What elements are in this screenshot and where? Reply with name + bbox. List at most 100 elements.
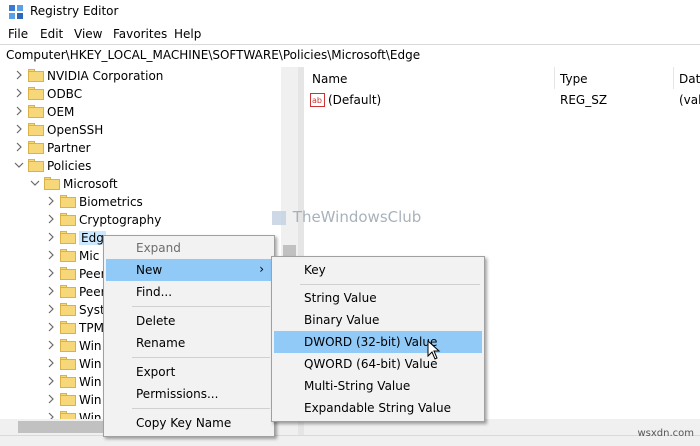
tree-node[interactable]: OEM <box>0 103 281 121</box>
tree-node[interactable]: Cryptography <box>0 211 281 229</box>
folder-icon <box>28 87 44 100</box>
menu-file[interactable]: File <box>8 27 28 41</box>
submenu-item-qword-value[interactable]: QWORD (64-bit) Value <box>274 353 482 375</box>
tree-node-label: Peer <box>79 285 106 299</box>
chevron-right-icon[interactable] <box>14 69 24 81</box>
chevron-down-icon[interactable] <box>14 159 24 171</box>
menu-item-export[interactable]: Export <box>106 361 272 383</box>
chevron-right-icon[interactable] <box>46 213 56 225</box>
chevron-right-icon[interactable] <box>46 375 56 387</box>
values-list-header: Name Type Dat <box>304 67 700 89</box>
folder-icon <box>60 393 76 406</box>
menu-item-find[interactable]: Find... <box>106 281 272 303</box>
folder-icon <box>60 267 76 280</box>
folder-icon <box>60 321 76 334</box>
tree-node-label: Mic <box>79 249 100 263</box>
tree-node[interactable]: Partner <box>0 139 281 157</box>
folder-icon <box>28 159 44 172</box>
address-path[interactable]: Computer\HKEY_LOCAL_MACHINE\SOFTWARE\Pol… <box>6 48 420 62</box>
value-row[interactable]: ab (Default) REG_SZ (val <box>304 92 700 110</box>
tree-node-label: OEM <box>47 105 75 119</box>
chevron-right-icon[interactable] <box>46 231 56 243</box>
tree-node-label: Biometrics <box>79 195 143 209</box>
tree-node-label: Peer <box>79 267 106 281</box>
footer-credit: wsxdn.com <box>637 428 694 439</box>
value-data: (val <box>679 93 700 107</box>
menu-bar: File Edit View Favorites Help <box>0 24 700 44</box>
tree-node[interactable]: OpenSSH <box>0 121 281 139</box>
menu-separator <box>132 408 270 409</box>
menu-item-permissions[interactable]: Permissions... <box>106 383 272 405</box>
address-bar[interactable]: Computer\HKEY_LOCAL_MACHINE\SOFTWARE\Pol… <box>0 44 700 68</box>
tree-node-label: TPM <box>79 321 104 335</box>
submenu-item-binary-value[interactable]: Binary Value <box>274 309 482 331</box>
chevron-right-icon[interactable] <box>46 285 56 297</box>
chevron-right-icon[interactable] <box>46 321 56 333</box>
tree-node-label: Microsoft <box>63 177 118 191</box>
tree-node-label: Syst <box>79 303 105 317</box>
folder-icon <box>60 303 76 316</box>
submenu-item-multi-string-value[interactable]: Multi-String Value <box>274 375 482 397</box>
chevron-right-icon[interactable] <box>46 249 56 261</box>
chevron-right-icon[interactable] <box>46 339 56 351</box>
tree-node-label: Win <box>79 357 102 371</box>
tree-node[interactable]: Policies <box>0 157 281 175</box>
menu-separator <box>300 284 480 285</box>
tree-node[interactable]: Biometrics <box>0 193 281 211</box>
tree-node-label: Win <box>79 375 102 389</box>
chevron-right-icon[interactable] <box>14 105 24 117</box>
tree-node[interactable]: NVIDIA Corporation <box>0 67 281 85</box>
chevron-right-icon[interactable] <box>46 267 56 279</box>
tree-node-label: Cryptography <box>79 213 162 227</box>
chevron-down-icon[interactable] <box>30 177 40 189</box>
registry-editor-icon <box>9 5 23 19</box>
menu-item-delete[interactable]: Delete <box>106 310 272 332</box>
submenu-item-key[interactable]: Key <box>274 259 482 281</box>
tree-node-label: Policies <box>47 159 92 173</box>
watermark-logo-icon <box>272 210 286 225</box>
menu-item-new[interactable]: New › <box>106 259 272 281</box>
svg-text:ab: ab <box>312 96 322 105</box>
menu-help[interactable]: Help <box>174 27 201 41</box>
menu-view[interactable]: View <box>74 27 102 41</box>
folder-icon <box>60 339 76 352</box>
chevron-right-icon[interactable] <box>46 195 56 207</box>
folder-icon <box>28 123 44 136</box>
folder-icon <box>60 375 76 388</box>
tree-node-label: OpenSSH <box>47 123 104 137</box>
watermark: TheWindowsClub <box>272 208 421 226</box>
value-name: (Default) <box>328 93 382 107</box>
column-data[interactable]: Dat <box>679 72 700 86</box>
window-title: Registry Editor <box>30 4 119 18</box>
menu-item-copy-key-name[interactable]: Copy Key Name <box>106 412 272 434</box>
menu-favorites[interactable]: Favorites <box>113 27 167 41</box>
chevron-right-icon[interactable] <box>14 141 24 153</box>
chevron-right-icon[interactable] <box>46 303 56 315</box>
title-bar: Registry Editor <box>0 0 700 24</box>
chevron-right-icon[interactable] <box>14 123 24 135</box>
tree-node-label: NVIDIA Corporation <box>47 69 164 83</box>
folder-icon <box>60 195 76 208</box>
tree-node[interactable]: Microsoft <box>0 175 281 193</box>
chevron-right-icon[interactable] <box>46 357 56 369</box>
chevron-right-icon[interactable] <box>46 393 56 405</box>
tree-node-label: Win <box>79 339 102 353</box>
folder-icon <box>28 141 44 154</box>
folder-icon <box>44 177 60 190</box>
submenu-item-string-value[interactable]: String Value <box>274 287 482 309</box>
column-separator[interactable] <box>554 67 555 89</box>
menu-edit[interactable]: Edit <box>40 27 63 41</box>
submenu-item-dword-value[interactable]: DWORD (32-bit) Value <box>274 331 482 353</box>
context-menu: Expand New › Find... Delete Rename Expor… <box>103 235 275 437</box>
menu-item-expand[interactable]: Expand <box>106 237 272 259</box>
submenu-item-expandable-string-value[interactable]: Expandable String Value <box>274 397 482 419</box>
menu-item-rename[interactable]: Rename <box>106 332 272 354</box>
column-type[interactable]: Type <box>560 72 588 86</box>
folder-icon <box>60 249 76 262</box>
value-type: REG_SZ <box>560 93 608 107</box>
new-submenu: Key String Value Binary Value DWORD (32-… <box>271 256 485 422</box>
tree-node[interactable]: ODBC <box>0 85 281 103</box>
chevron-right-icon[interactable] <box>14 87 24 99</box>
column-separator[interactable] <box>673 67 674 89</box>
column-name[interactable]: Name <box>312 72 347 86</box>
